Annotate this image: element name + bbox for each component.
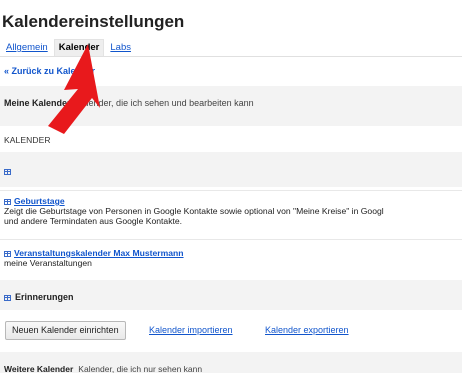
- my-calendars-title: Meine Kalender: [4, 98, 71, 108]
- settings-tabs: Allgemein Kalender Labs: [2, 39, 137, 57]
- calendar-row-events: Veranstaltungskalender Max Mustermann me…: [4, 248, 462, 268]
- calendar-grid-icon: [4, 251, 11, 257]
- export-calendar-link[interactable]: Kalender exportieren: [265, 325, 349, 335]
- back-to-calendar-link[interactable]: « Zurück zu Kalender: [4, 66, 95, 76]
- page-title: Kalendereinstellungen: [2, 12, 185, 31]
- tab-allgemein[interactable]: Allgemein: [2, 40, 52, 56]
- calendar-description: und andere Termindaten aus Google Kontak…: [4, 216, 183, 226]
- calendar-grid-icon: [4, 295, 11, 301]
- calendar-grid-icon: [4, 199, 11, 205]
- calendar-description: Zeigt die Geburtstage von Personen in Go…: [4, 206, 384, 216]
- my-calendars-heading: Meine Kalender Kalender, die ich sehen un…: [4, 98, 254, 108]
- calendar-column-header: KALENDER: [4, 135, 51, 145]
- reminders-label: Erinnerungen: [15, 292, 74, 302]
- calendar-row-birthdays: Geburtstage Zeigt die Geburtstage von Pe…: [4, 196, 462, 226]
- calendar-link-events[interactable]: Veranstaltungskalender Max Mustermann: [14, 248, 184, 258]
- tab-labs[interactable]: Labs: [106, 40, 135, 56]
- divider: [0, 239, 462, 240]
- my-calendars-description: Kalender, die ich sehen und bearbeiten k…: [75, 98, 254, 108]
- calendar-link-birthdays[interactable]: Geburtstage: [14, 196, 65, 206]
- reminders-row[interactable]: Erinnerungen: [4, 292, 74, 302]
- new-calendar-button[interactable]: Neuen Kalender einrichten: [5, 321, 126, 340]
- calendar-description: meine Veranstaltungen: [4, 258, 92, 268]
- tab-kalender[interactable]: Kalender: [53, 39, 105, 57]
- calendar-list-band: [0, 152, 462, 187]
- other-calendars-description: Kalender, die ich nur sehen kann: [78, 364, 203, 373]
- other-calendars-title: Weitere Kalender: [4, 364, 74, 373]
- tab-divider: [0, 56, 462, 57]
- divider: [0, 190, 462, 191]
- import-calendar-link[interactable]: Kalender importieren: [149, 325, 233, 335]
- other-calendars-heading: Weitere Kalender Kalender, die ich nur se…: [4, 364, 202, 373]
- calendar-grid-icon: [4, 169, 11, 175]
